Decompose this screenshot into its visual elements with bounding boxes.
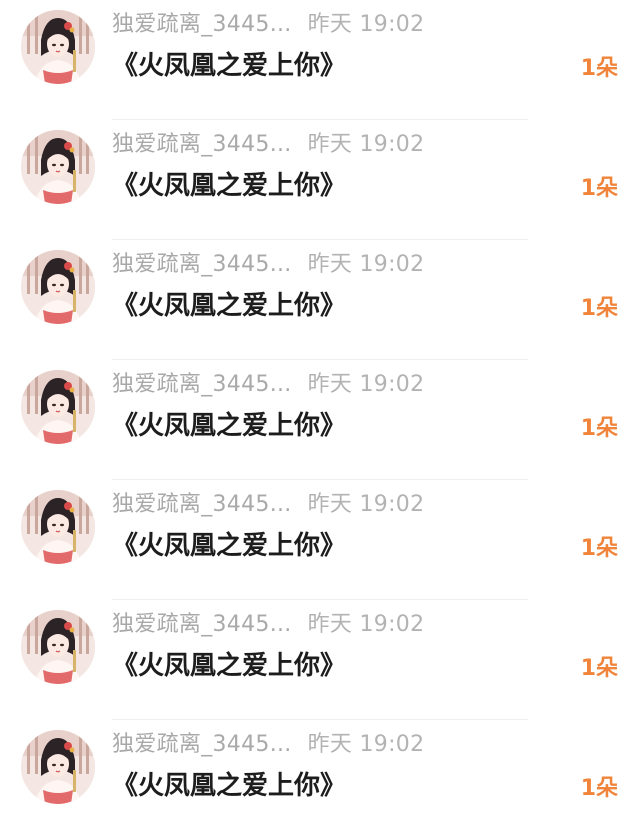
book-title[interactable]: 《火凤凰之爱上你》 [112,288,346,324]
username[interactable]: 独爱疏离_3445... [112,12,292,37]
list-item[interactable]: 独爱疏离_3445... 昨天 19:02 《火凤凰之爱上你》 1朵 [0,600,640,720]
avatar[interactable] [21,610,95,684]
avatar[interactable] [21,370,95,444]
flower-count: 1朵 [580,296,618,321]
avatar-girl-icon [21,370,95,444]
message-meta: 独爱疏离_3445... 昨天 19:02 [112,490,424,520]
timestamp: 昨天 19:02 [307,492,425,517]
avatar[interactable] [21,730,95,804]
flower-count: 1朵 [580,176,618,201]
avatar-girl-icon [21,10,95,84]
flower-count: 1朵 [580,56,618,81]
avatar-girl-icon [21,250,95,324]
timestamp: 昨天 19:02 [307,612,425,637]
book-title[interactable]: 《火凤凰之爱上你》 [112,528,346,564]
username[interactable]: 独爱疏离_3445... [112,252,292,277]
avatar[interactable] [21,490,95,564]
avatar-girl-icon [21,130,95,204]
username[interactable]: 独爱疏离_3445... [112,492,292,517]
timestamp: 昨天 19:02 [307,252,425,277]
message-meta: 独爱疏离_3445... 昨天 19:02 [112,610,424,640]
avatar-girl-icon [21,730,95,804]
avatar[interactable] [21,10,95,84]
flower-count: 1朵 [580,416,618,441]
book-title[interactable]: 《火凤凰之爱上你》 [112,48,346,84]
book-title[interactable]: 《火凤凰之爱上你》 [112,408,346,444]
message-meta: 独爱疏离_3445... 昨天 19:02 [112,370,424,400]
list-item[interactable]: 独爱疏离_3445... 昨天 19:02 《火凤凰之爱上你》 1朵 [0,720,640,840]
list-item[interactable]: 独爱疏离_3445... 昨天 19:02 《火凤凰之爱上你》 1朵 [0,360,640,480]
message-meta: 独爱疏离_3445... 昨天 19:02 [112,10,424,40]
timestamp: 昨天 19:02 [307,372,425,397]
flower-count: 1朵 [580,776,618,801]
flower-count: 1朵 [580,536,618,561]
username[interactable]: 独爱疏离_3445... [112,732,292,757]
username[interactable]: 独爱疏离_3445... [112,132,292,157]
timestamp: 昨天 19:02 [307,12,425,37]
message-meta: 独爱疏离_3445... 昨天 19:02 [112,730,424,760]
flower-count: 1朵 [580,656,618,681]
list-item[interactable]: 独爱疏离_3445... 昨天 19:02 《火凤凰之爱上你》 1朵 [0,240,640,360]
gift-message-list: 独爱疏离_3445... 昨天 19:02 《火凤凰之爱上你》 1朵 独爱疏离_… [0,0,640,825]
avatar[interactable] [21,250,95,324]
avatar-girl-icon [21,610,95,684]
message-meta: 独爱疏离_3445... 昨天 19:02 [112,130,424,160]
message-meta: 独爱疏离_3445... 昨天 19:02 [112,250,424,280]
book-title[interactable]: 《火凤凰之爱上你》 [112,648,346,684]
book-title[interactable]: 《火凤凰之爱上你》 [112,768,346,804]
list-item[interactable]: 独爱疏离_3445... 昨天 19:02 《火凤凰之爱上你》 1朵 [0,0,640,120]
timestamp: 昨天 19:02 [307,132,425,157]
timestamp: 昨天 19:02 [307,732,425,757]
avatar-girl-icon [21,490,95,564]
book-title[interactable]: 《火凤凰之爱上你》 [112,168,346,204]
username[interactable]: 独爱疏离_3445... [112,612,292,637]
list-item[interactable]: 独爱疏离_3445... 昨天 19:02 《火凤凰之爱上你》 1朵 [0,480,640,600]
username[interactable]: 独爱疏离_3445... [112,372,292,397]
avatar[interactable] [21,130,95,204]
list-item[interactable]: 独爱疏离_3445... 昨天 19:02 《火凤凰之爱上你》 1朵 [0,120,640,240]
